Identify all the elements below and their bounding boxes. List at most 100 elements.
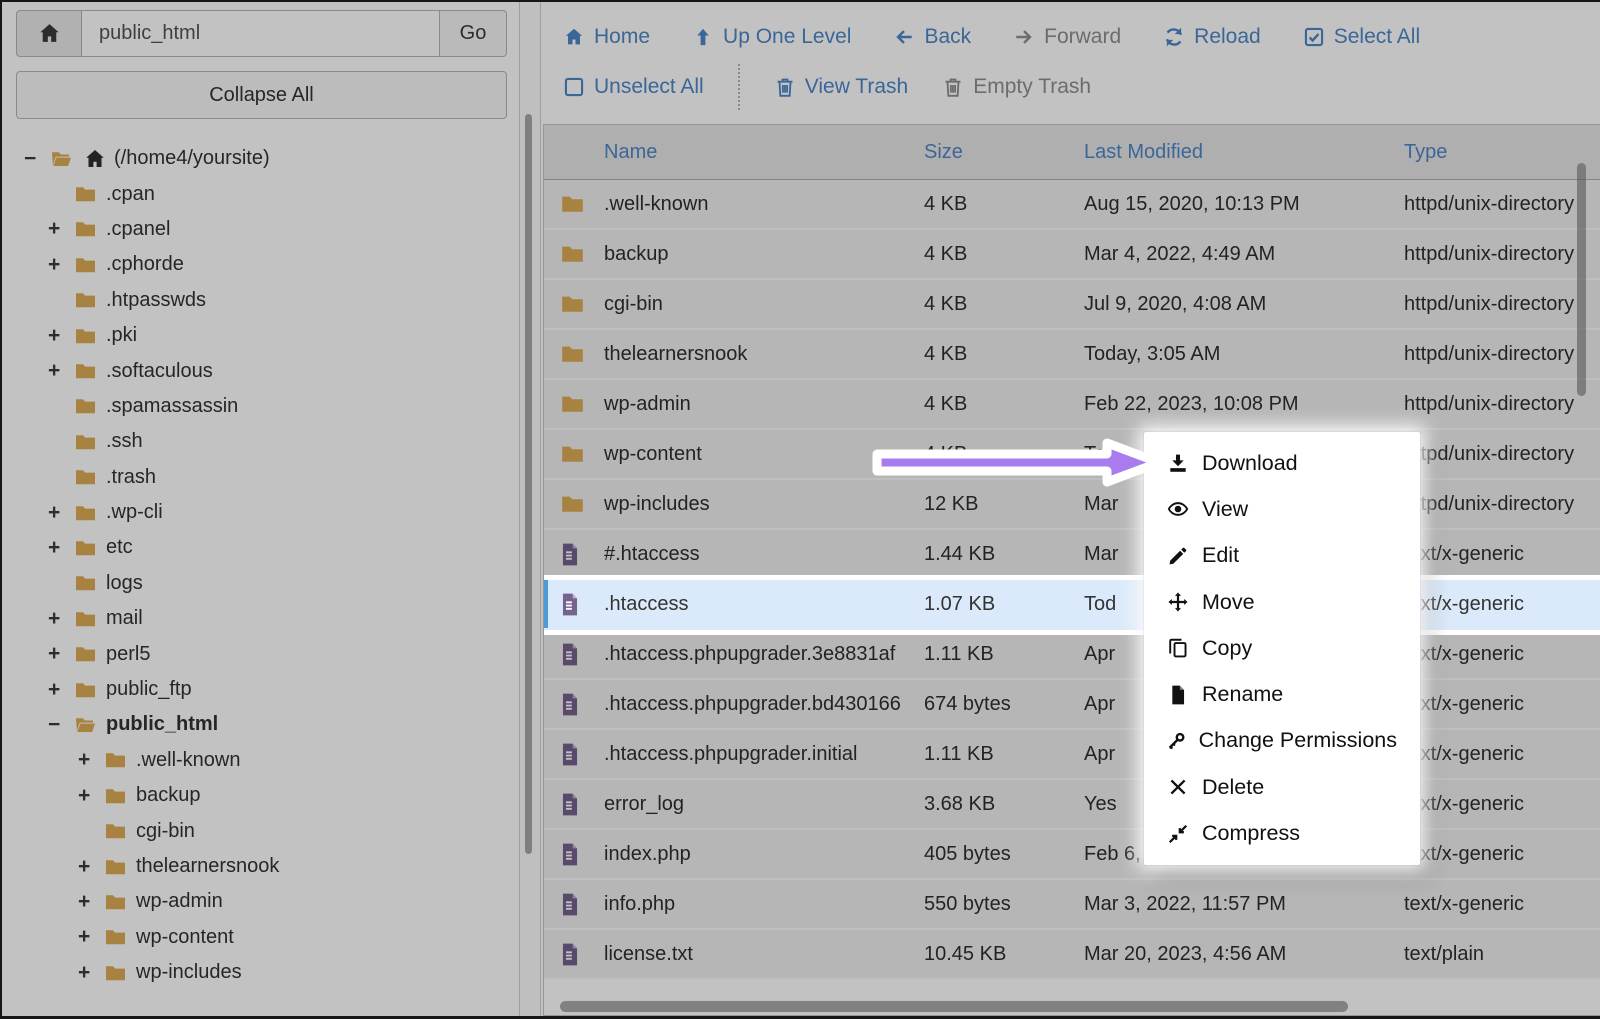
tree-item-htpasswds[interactable]: .htpasswds xyxy=(2,283,509,318)
unselect-all-button[interactable]: Unselect All xyxy=(563,75,704,99)
context-menu-item-view[interactable]: View xyxy=(1144,486,1420,532)
tree-item-pki[interactable]: + .pki xyxy=(2,318,509,353)
column-header-name[interactable]: Name xyxy=(604,140,924,165)
tree-item-home4-yoursite[interactable]: − (/home4/yoursite) xyxy=(2,141,509,176)
tree-item-softaculous[interactable]: + .softaculous xyxy=(2,353,509,388)
row-icon-cell xyxy=(544,341,604,367)
go-button[interactable]: Go xyxy=(439,10,507,57)
tree-item-ssh[interactable]: .ssh xyxy=(2,424,509,459)
tree-expander[interactable]: + xyxy=(48,607,72,631)
table-row-wp-content[interactable]: wp-content 4 KB Tod httpd/unix-directory xyxy=(544,430,1600,480)
toolbar-button-label: Forward xyxy=(1044,24,1122,48)
tree-expander[interactable]: + xyxy=(48,324,72,348)
column-header-type[interactable]: Type xyxy=(1404,141,1600,164)
tree-item-trash[interactable]: .trash xyxy=(2,460,509,495)
tree-item-well-known[interactable]: + .well-known xyxy=(2,743,509,778)
context-menu-item-label: Change Permissions xyxy=(1198,728,1397,753)
toolbar-row-2: Unselect All View Trash Empty Trash xyxy=(563,61,1600,113)
tree-item-wp-cli[interactable]: + .wp-cli xyxy=(2,495,509,530)
table-row-backup[interactable]: backup 4 KB Mar 4, 2022, 4:49 AM httpd/unix… xyxy=(544,230,1600,280)
tree-expander[interactable]: + xyxy=(48,359,72,383)
tree-expander[interactable]: + xyxy=(78,890,102,914)
context-menu-item-change-permissions[interactable]: Change Permissions xyxy=(1144,718,1420,764)
tree-item-label: backup xyxy=(136,784,201,807)
tree-expander[interactable]: + xyxy=(48,678,72,702)
context-menu-item-move[interactable]: Move xyxy=(1144,579,1420,625)
tree-item-cpanel[interactable]: + .cpanel xyxy=(2,212,509,247)
table-row-thelearnersnook[interactable]: thelearnersnook 4 KB Today, 3:05 AM httpd/u… xyxy=(544,330,1600,380)
tree-item-etc[interactable]: + etc xyxy=(2,530,509,565)
tree-expander[interactable]: + xyxy=(48,501,72,525)
table-row-htaccess-phpupgrader-bd430166[interactable]: .htaccess.phpupgrader.bd430166 674 bytes A… xyxy=(544,680,1600,730)
table-row-index-php[interactable]: index.php405 bytesFeb 6, 2020, 11:33 PMt… xyxy=(544,830,1600,880)
table-row-htaccess-phpupgrader-initial[interactable]: .htaccess.phpupgrader.initial 1.11 KB Apr t… xyxy=(544,730,1600,780)
tree-item-wp-content[interactable]: + wp-content xyxy=(2,920,509,955)
reload-button[interactable]: Reload xyxy=(1163,25,1261,49)
table-row-htaccess[interactable]: .htaccess 1.07 KB Tod text/x-generic xyxy=(544,580,1600,630)
file-last-modified: Jul 9, 2020, 4:08 AM xyxy=(1084,292,1267,315)
tree-item-label: .htpasswds xyxy=(106,288,207,311)
tree-item-label: wp-content xyxy=(136,925,234,948)
tree-item-logs[interactable]: logs xyxy=(2,566,509,601)
table-row-error-log[interactable]: error_log 3.68 KB Yes text/x-generic xyxy=(544,780,1600,830)
table-row-wp-admin[interactable]: wp-admin 4 KB Feb 22, 2023, 10:08 PM httpd/… xyxy=(544,380,1600,430)
view-trash-button[interactable]: View Trash xyxy=(774,75,908,99)
home-directory-button[interactable] xyxy=(16,10,82,57)
tree-expander[interactable]: − xyxy=(24,147,48,171)
tree-item-backup[interactable]: + backup xyxy=(2,778,509,813)
column-header-size[interactable]: Size xyxy=(924,141,1084,164)
context-menu-item-download[interactable]: Download xyxy=(1144,440,1420,486)
context-menu-item-delete[interactable]: Delete xyxy=(1144,764,1420,810)
tree-item-public-ftp[interactable]: + public_ftp xyxy=(2,672,509,707)
tree-expander[interactable]: + xyxy=(48,536,72,560)
back-button[interactable]: Back xyxy=(893,25,971,49)
home-button[interactable]: Home xyxy=(563,25,650,49)
tree-expander[interactable]: + xyxy=(48,217,72,241)
file-type: text/plain xyxy=(1404,942,1485,965)
table-row-cgi-bin[interactable]: cgi-bin 4 KB Jul 9, 2020, 4:08 AM httpd/uni… xyxy=(544,280,1600,330)
table-row-htaccess-phpupgrader-3e8831af[interactable]: .htaccess.phpupgrader.3e8831af 1.11 KB Apr… xyxy=(544,630,1600,680)
context-menu-item-edit[interactable]: Edit xyxy=(1144,533,1420,579)
column-header-last-modified[interactable]: Last Modified xyxy=(1084,141,1404,164)
table-row-htaccess[interactable]: #.htaccess 1.44 KB Mar text/x-generic xyxy=(544,530,1600,580)
tree-item-wp-admin[interactable]: + wp-admin xyxy=(2,884,509,919)
table-row-info-php[interactable]: info.php 550 bytes Mar 3, 2022, 11:57 PM te… xyxy=(544,880,1600,930)
tree-item-cgi-bin[interactable]: cgi-bin xyxy=(2,813,509,848)
file-last-modified: Mar 20, 2023, 4:56 AM xyxy=(1084,942,1287,965)
path-input[interactable] xyxy=(82,10,439,57)
tree-item-perl5[interactable]: + perl5 xyxy=(2,636,509,671)
tree-expander[interactable]: + xyxy=(78,925,102,949)
horizontal-scrollbar[interactable] xyxy=(560,1001,1348,1012)
tree-expander[interactable]: + xyxy=(78,748,102,772)
tree-expander[interactable]: + xyxy=(78,855,102,879)
tree-item-wp-includes[interactable]: + wp-includes xyxy=(2,955,509,990)
tree-item-mail[interactable]: + mail xyxy=(2,601,509,636)
tree-item-cpan[interactable]: .cpan xyxy=(2,176,509,211)
tree-item-public-html[interactable]: − public_html xyxy=(2,707,509,742)
tree-expander[interactable]: + xyxy=(48,642,72,666)
context-menu-item-compress[interactable]: Compress xyxy=(1144,810,1420,856)
tree-item-spamassassin[interactable]: .spamassassin xyxy=(2,389,509,424)
collapse-all-button[interactable]: Collapse All xyxy=(16,71,507,119)
tree-item-cphorde[interactable]: + .cphorde xyxy=(2,247,509,282)
table-scrollbar[interactable] xyxy=(1577,163,1586,396)
home-icon xyxy=(37,21,62,46)
tree-expander[interactable]: + xyxy=(78,961,102,985)
table-row-well-known[interactable]: .well-known 4 KB Aug 15, 2020, 10:13 PM htt… xyxy=(544,180,1600,230)
file-last-modified: Aug 15, 2020, 10:13 PM xyxy=(1084,192,1300,215)
folder-icon xyxy=(102,890,129,914)
tree-item-thelearnersnook[interactable]: + thelearnersnook xyxy=(2,849,509,884)
tree-expander[interactable]: + xyxy=(78,784,102,808)
main-panel: Home Up One Level Back Forward Reload Select … xyxy=(540,2,1600,1016)
context-menu-item-copy[interactable]: Copy xyxy=(1144,625,1420,671)
tree-expander[interactable]: − xyxy=(48,713,72,737)
table-row-wp-includes[interactable]: wp-includes 12 KB Mar httpd/unix-directory xyxy=(544,480,1600,530)
file-size: 4 KB xyxy=(924,392,968,415)
context-menu-item-label: Download xyxy=(1202,450,1298,475)
up-one-level-button[interactable]: Up One Level xyxy=(692,25,851,49)
tree-scrollbar[interactable] xyxy=(525,114,532,854)
select-all-button[interactable]: Select All xyxy=(1303,25,1420,49)
context-menu-item-rename[interactable]: Rename xyxy=(1144,671,1420,717)
table-row-license-txt[interactable]: license.txt 10.45 KB Mar 20, 2023, 4:56 AM… xyxy=(544,930,1600,980)
tree-expander[interactable]: + xyxy=(48,253,72,277)
